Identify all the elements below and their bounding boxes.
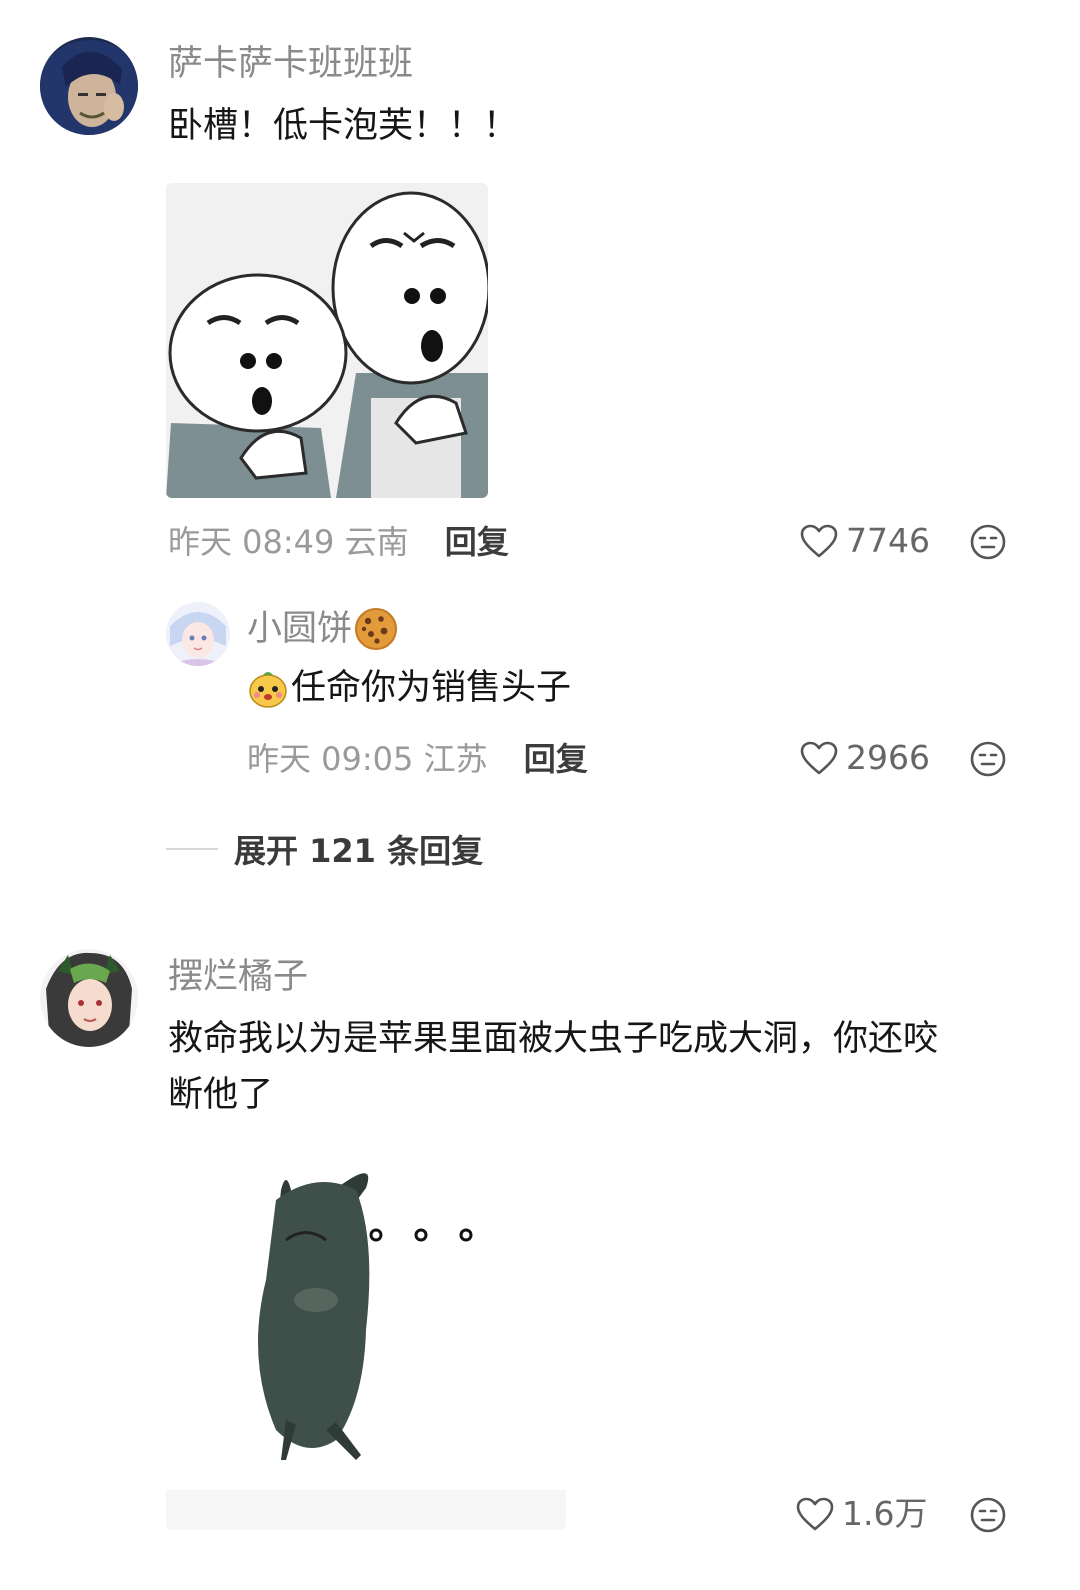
meh-face-icon (970, 741, 1006, 777)
location: 江苏 (423, 740, 488, 778)
heart-outline-icon (800, 524, 838, 558)
reply-text: 任命你为销售头子 (291, 668, 572, 708)
expand-replies-label: 展开 121 条回复 (234, 832, 484, 870)
green-creature-sticker[interactable] (166, 1160, 566, 1530)
reply-button[interactable]: 回复 (445, 523, 509, 561)
reply-text-row: 任命你为销售头子 (247, 660, 571, 716)
location: 云南 (344, 523, 409, 561)
heart-outline-icon (800, 741, 838, 775)
reply-username-row: 小圆饼 (247, 607, 398, 651)
meh-face-icon (970, 1497, 1006, 1533)
comment-text-line: 救命我以为是苹果里面被大虫子吃成大洞，你还咬 (168, 1019, 939, 1059)
thinking-buns-sticker[interactable] (166, 183, 488, 498)
mascot-face-icon (249, 672, 287, 708)
comment-username[interactable]: 萨卡萨卡班班班 (168, 44, 413, 84)
reply-button[interactable]: 回复 (524, 740, 588, 778)
heart-outline-icon (796, 1497, 834, 1531)
like-button[interactable]: 2966 (800, 738, 930, 778)
avatar[interactable] (40, 949, 138, 1047)
comment-text: 卧槽！低卡泡芙！！！ (168, 106, 519, 146)
comment-text: 救命我以为是苹果里面被大虫子吃成大洞，你还咬 断他了 (168, 1011, 1028, 1123)
dislike-button[interactable] (970, 741, 1006, 781)
comment-text-line: 断他了 (168, 1075, 274, 1115)
like-count: 2966 (846, 738, 930, 777)
reply-avatar[interactable] (166, 602, 230, 666)
timestamp: 昨天 08:49 (168, 523, 335, 561)
like-count: 7746 (846, 521, 930, 560)
dislike-button[interactable] (970, 524, 1006, 564)
meh-face-icon (970, 524, 1006, 560)
avatar[interactable] (40, 37, 138, 135)
reply-username[interactable]: 小圆饼 (247, 609, 352, 649)
reply-meta: 昨天 09:05 江苏 回复 (247, 739, 588, 779)
divider (166, 848, 218, 850)
like-count: 1.6万 (842, 1494, 928, 1533)
timestamp: 昨天 09:05 (247, 740, 414, 778)
like-button[interactable]: 1.6万 (796, 1494, 927, 1534)
cookie-icon (355, 608, 398, 650)
dislike-button[interactable] (970, 1497, 1006, 1537)
expand-replies-button[interactable]: 展开 121 条回复 (166, 826, 483, 872)
comment-meta: 昨天 08:49 云南 回复 (168, 522, 509, 562)
like-button[interactable]: 7746 (800, 521, 930, 561)
comment-username[interactable]: 摆烂橘子 (168, 957, 308, 997)
